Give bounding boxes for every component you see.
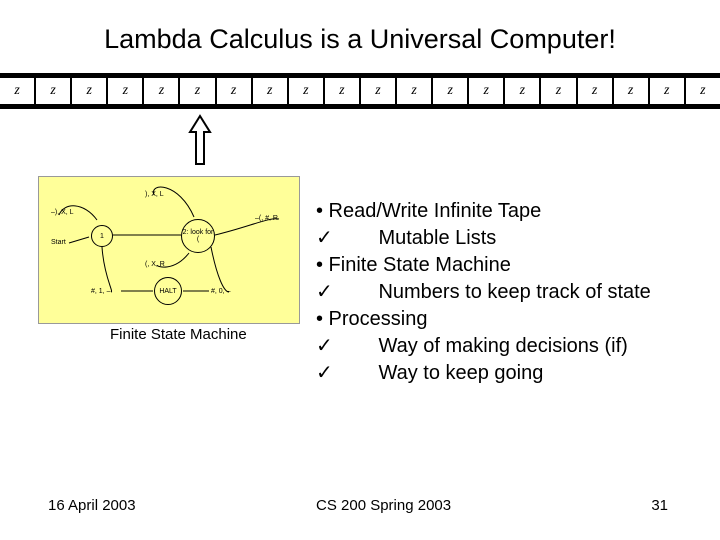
fsm-diagram: –), X, L ), X, L (, X, R –(, #, R #, 1, … [38, 176, 300, 324]
tape-cell: z [578, 78, 614, 104]
tape-cell: z [361, 78, 397, 104]
fsm-edges [39, 177, 301, 325]
bullet-2: ✓ Mutable Lists [316, 225, 651, 252]
tape-cell: z [253, 78, 289, 104]
tape-cell: z [144, 78, 180, 104]
check-icon: ✓ [316, 333, 334, 360]
tape-head-arrow [182, 114, 218, 170]
bullet-6-text: Way of making decisions (if) [334, 335, 628, 357]
bullet-1: • Read/Write Infinite Tape [316, 198, 651, 225]
footer-date: 16 April 2003 [48, 497, 136, 514]
tape-cell: z [469, 78, 505, 104]
slide-title: Lambda Calculus is a Universal Computer! [0, 0, 720, 73]
tape-cell: z [217, 78, 253, 104]
bullet-7: ✓ Way to keep going [316, 360, 651, 387]
bullet-4: ✓ Numbers to keep track of state [316, 279, 651, 306]
tape-cell: z [614, 78, 650, 104]
bullet-4-text: Numbers to keep track of state [334, 281, 651, 303]
footer-page: 31 [651, 497, 668, 514]
tape-cell: z [686, 78, 720, 104]
bullet-list: • Read/Write Infinite Tape ✓ Mutable Lis… [316, 198, 651, 387]
check-icon: ✓ [316, 279, 334, 306]
tape-cell: z [289, 78, 325, 104]
check-icon: ✓ [316, 360, 334, 387]
tape: zzzzzzzzzzzzzzzzzzzz [0, 78, 720, 104]
tape-cell: z [108, 78, 144, 104]
tape-cell: z [325, 78, 361, 104]
tape-cell: z [72, 78, 108, 104]
tape-cell: z [36, 78, 72, 104]
bullet-2-text: Mutable Lists [334, 227, 496, 249]
tape-cell: z [541, 78, 577, 104]
bullet-7-text: Way to keep going [334, 362, 543, 384]
bullet-5: • Processing [316, 306, 651, 333]
fsm-caption: Finite State Machine [110, 326, 247, 343]
tape-cell: z [433, 78, 469, 104]
tape-cell: z [505, 78, 541, 104]
tape-cell: z [180, 78, 216, 104]
check-icon: ✓ [316, 225, 334, 252]
footer-course: CS 200 Spring 2003 [316, 497, 451, 514]
tape-cell: z [397, 78, 433, 104]
tape-cell: z [650, 78, 686, 104]
tape-cell: z [0, 78, 36, 104]
bullet-3: • Finite State Machine [316, 252, 651, 279]
bullet-6: ✓ Way of making decisions (if) [316, 333, 651, 360]
tape-container: zzzzzzzzzzzzzzzzzzzz [0, 73, 720, 109]
